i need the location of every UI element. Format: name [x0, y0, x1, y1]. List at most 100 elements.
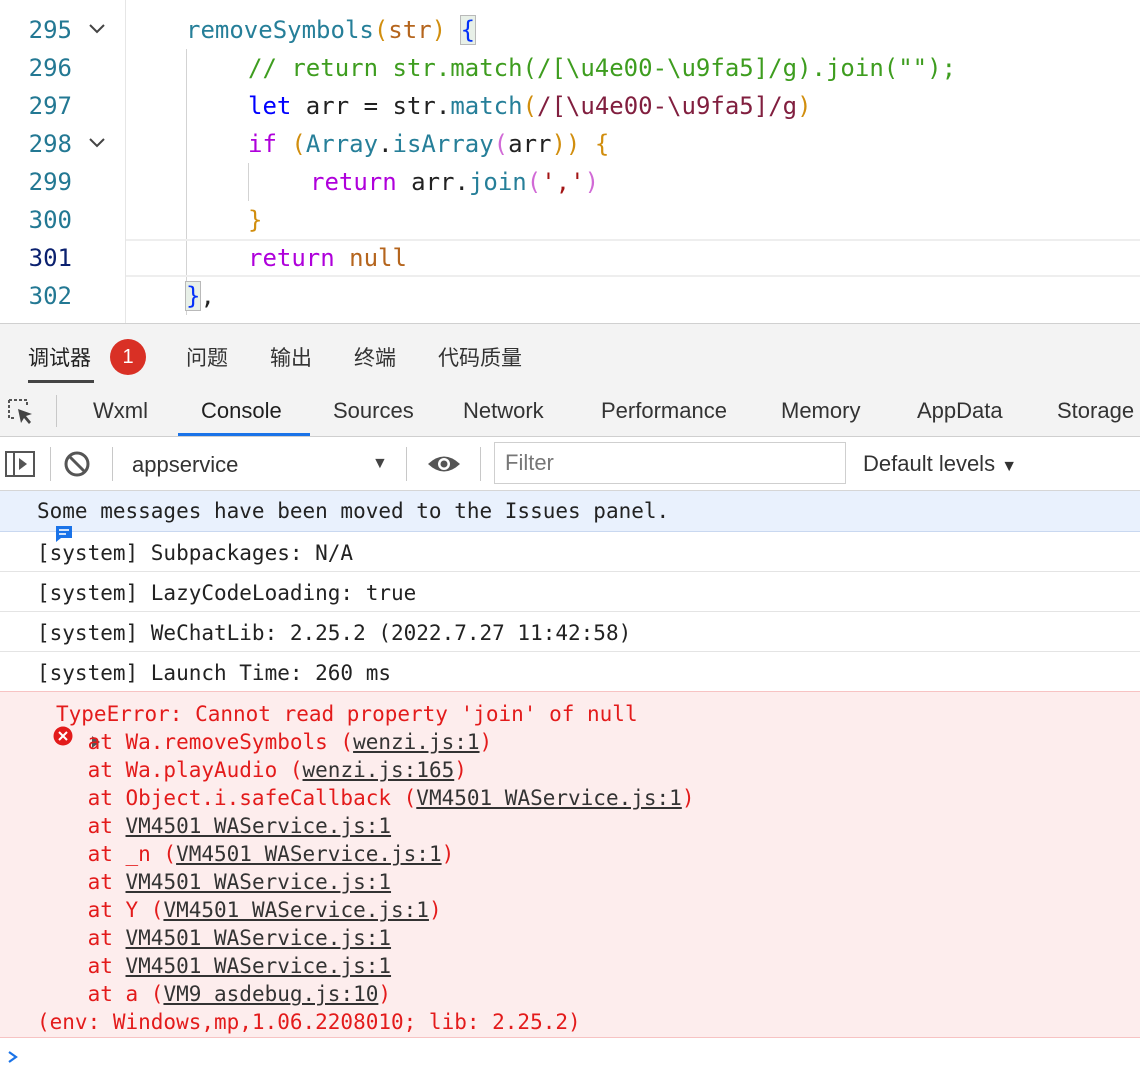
divider	[406, 447, 407, 481]
clear-console-icon[interactable]	[62, 449, 92, 479]
log-levels-dropdown[interactable]: Default levels ▼	[863, 451, 1017, 477]
stack-frame-text: )	[378, 982, 392, 1006]
stack-frame-text: at	[37, 954, 126, 978]
source-link[interactable]: VM4501 WAService.js:1	[416, 786, 682, 810]
line-number: 298	[28, 130, 72, 158]
inspect-element-icon[interactable]	[6, 397, 36, 427]
code-line-297: let arr = str.match(/[\u4e00-\u9fa5]/g)	[126, 87, 1140, 125]
token-keyword: return	[310, 168, 397, 196]
stack-frame: at Wa.playAudio (wenzi.js:165)	[37, 756, 467, 784]
tab-debugger[interactable]: 调试器	[28, 342, 91, 372]
console-log-row: [system] Subpackages: N/A	[0, 532, 1140, 572]
token-paren: (	[493, 130, 509, 158]
token-comment: // return str.match(/[\u4e00-\u9fa5]/g).…	[248, 54, 957, 82]
tab-code-quality[interactable]: 代码质量	[438, 342, 522, 372]
tab-memory[interactable]: Memory	[781, 398, 860, 424]
token-keyword: let	[248, 92, 292, 120]
token-string: ','	[541, 168, 585, 196]
line-number: 302	[28, 282, 72, 310]
code-line-300: }	[126, 201, 1140, 239]
tab-sources[interactable]: Sources	[333, 398, 414, 424]
tab-console[interactable]: Console	[201, 398, 282, 424]
code-line-295: removeSymbols(str) {	[126, 11, 1140, 49]
env-info: (env: Windows,mp,1.06.2208010; lib: 2.25…	[37, 1010, 581, 1034]
source-link[interactable]: VM4501 WAService.js:1	[126, 926, 392, 950]
tab-problems[interactable]: 问题	[186, 342, 228, 372]
error-message-block: TypeError: Cannot read property 'join' o…	[0, 691, 1140, 1038]
code-line-301-current: return null	[126, 239, 1140, 277]
source-link[interactable]: VM4501 WAService.js:1	[126, 814, 392, 838]
token-paren: (	[522, 92, 538, 120]
line-number: 295	[28, 16, 72, 44]
log-levels-label: Default levels	[863, 451, 996, 476]
stack-frame-text: at	[37, 814, 126, 838]
tab-terminal[interactable]: 终端	[354, 342, 396, 372]
stack-frame: at VM4501 WAService.js:1	[37, 812, 391, 840]
source-link[interactable]: VM4501 WAService.js:1	[126, 870, 392, 894]
source-link[interactable]: VM9 asdebug.js:10	[163, 982, 378, 1006]
prompt-chevron-icon	[6, 1050, 20, 1064]
log-text: [system] LazyCodeLoading: true	[37, 581, 417, 605]
live-expression-eye-icon[interactable]	[426, 451, 462, 477]
line-number-gutter: 295 296 297 298 299 300 301 302	[0, 0, 126, 323]
code-line-299: return arr.join(',')	[126, 163, 1140, 201]
token-dot: .	[378, 130, 393, 158]
error-icon	[2, 702, 73, 746]
divider	[50, 447, 51, 481]
token-null: null	[334, 244, 407, 272]
tab-appdata[interactable]: AppData	[917, 398, 1003, 424]
stack-frame-text: at _n (	[37, 842, 177, 866]
token-paren: )	[584, 168, 600, 196]
info-message-text: Some messages have been moved to the Iss…	[37, 499, 670, 523]
message-icon	[4, 500, 72, 542]
source-link[interactable]: wenzi.js:165	[303, 758, 455, 782]
context-selector[interactable]: appservice	[132, 452, 238, 478]
fold-chevron-icon[interactable]	[86, 18, 108, 40]
stack-frame: at VM4501 WAService.js:1	[37, 868, 391, 896]
filter-input[interactable]	[494, 442, 846, 484]
tab-output[interactable]: 输出	[270, 342, 312, 372]
token-class: Array	[305, 130, 379, 158]
toggle-sidebar-icon[interactable]	[5, 450, 35, 478]
tab-wxml[interactable]: Wxml	[93, 398, 148, 424]
token-keyword: if	[248, 130, 277, 158]
dropdown-caret-icon: ▼	[1001, 458, 1018, 475]
tab-performance[interactable]: Performance	[601, 398, 727, 424]
expand-triangle-icon[interactable]	[39, 706, 100, 748]
token-paren: )	[797, 92, 812, 120]
line-number: 300	[28, 206, 72, 234]
token-brace: }	[248, 206, 263, 234]
token-method: join	[468, 168, 527, 196]
source-link[interactable]: wenzi.js:1	[353, 730, 479, 754]
stack-frame-text: at Wa.removeSymbols (	[37, 730, 354, 754]
source-link[interactable]: VM4501 WAService.js:1	[176, 842, 442, 866]
token-paren: ))	[551, 130, 581, 158]
stack-frame: at VM4501 WAService.js:1	[37, 924, 391, 952]
stack-frame: at _n (VM4501 WAService.js:1)	[37, 840, 455, 868]
fold-chevron-icon[interactable]	[86, 132, 108, 154]
stack-frame-text: at	[37, 926, 126, 950]
line-number-active: 301	[28, 244, 72, 272]
log-text: [system] Subpackages: N/A	[37, 541, 354, 565]
error-message[interactable]: TypeError: Cannot read property 'join' o…	[56, 700, 638, 728]
dropdown-caret-icon[interactable]: ▼	[372, 455, 388, 473]
tab-storage[interactable]: Storage	[1057, 398, 1134, 424]
source-link[interactable]: VM4501 WAService.js:1	[126, 954, 392, 978]
token-function-name: removeSymbols	[186, 16, 374, 44]
token-var: arr.	[396, 168, 469, 196]
token-paren: (	[276, 130, 306, 158]
source-link[interactable]: VM4501 WAService.js:1	[163, 898, 429, 922]
stack-frame: at a (VM9 asdebug.js:10)	[37, 980, 391, 1008]
token-paren: (	[526, 168, 542, 196]
info-message-row[interactable]: Some messages have been moved to the Iss…	[0, 491, 1140, 542]
token-keyword: return	[248, 244, 335, 272]
tab-network[interactable]: Network	[463, 398, 544, 424]
console-prompt[interactable]	[0, 1038, 1140, 1068]
token-brace: }	[184, 281, 202, 311]
token-param: str	[388, 16, 432, 44]
devtools-tabbar: Wxml Console Sources Network Performance…	[0, 385, 1140, 437]
console-log-row: [system] Launch Time: 260 ms	[0, 652, 1140, 691]
code-editor[interactable]: 295 296 297 298 299 300 301 302 removeSy…	[0, 0, 1140, 323]
code-area[interactable]: removeSymbols(str) { // return str.match…	[126, 0, 1140, 323]
console-log-row: [system] LazyCodeLoading: true	[0, 572, 1140, 612]
